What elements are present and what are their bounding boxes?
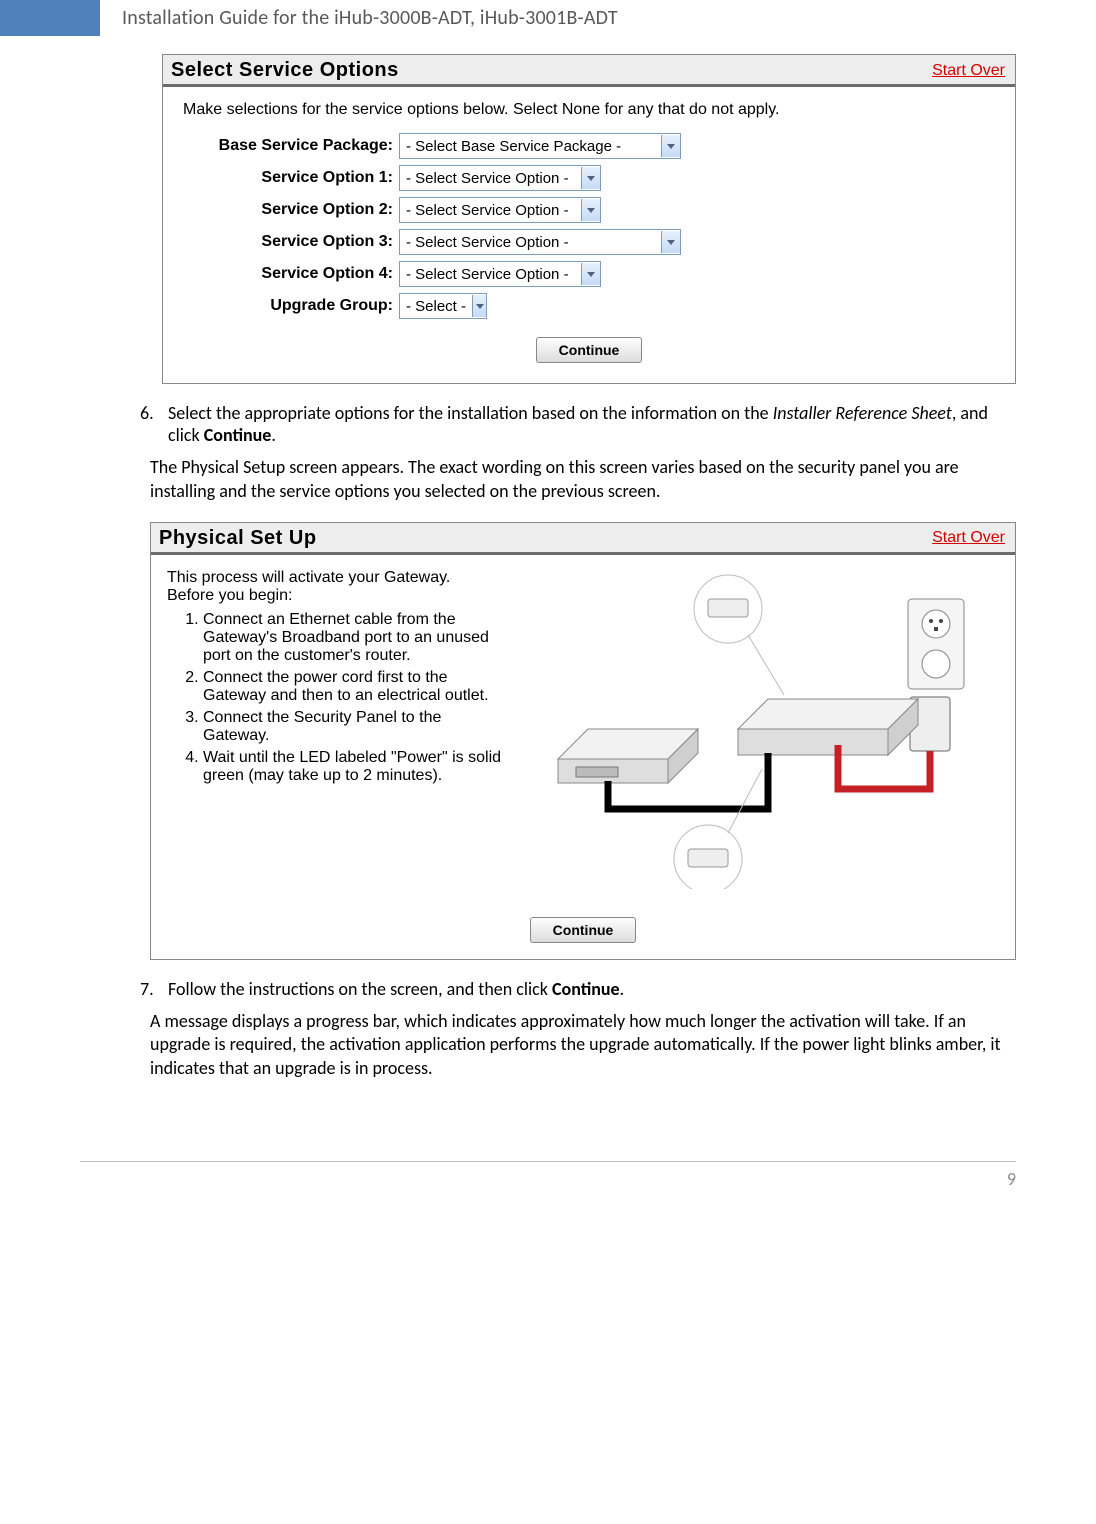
list-item: Connect an Ethernet cable from the Gatew… (203, 611, 507, 665)
panel-intro-line-1: This process will activate your Gateway. (167, 569, 507, 587)
step-7: 7. Follow the instructions on the screen… (140, 978, 1016, 1000)
panel-header: Select Service Options Start Over (163, 55, 1015, 87)
select-service-options-panel: Select Service Options Start Over Make s… (162, 54, 1016, 384)
text: . (620, 978, 625, 1000)
step-number: 6. (140, 402, 168, 446)
service-option-2-select[interactable]: - Select Service Option - (399, 197, 601, 223)
physical-setup-panel: Physical Set Up Start Over This process … (150, 522, 1016, 960)
service-option-1-select[interactable]: - Select Service Option - (399, 165, 601, 191)
select-value: - Select Service Option - (400, 202, 581, 219)
gateway-diagram (517, 569, 999, 889)
list-item: Connect the power cord first to the Gate… (203, 669, 507, 705)
step-body: Follow the instructions on the screen, a… (168, 978, 1016, 1000)
page-footer: 9 (80, 1161, 1016, 1220)
chevron-down-icon[interactable] (472, 295, 486, 317)
select-value: - Select Base Service Package - (400, 138, 661, 155)
chevron-down-icon[interactable] (581, 199, 600, 221)
continue-button[interactable]: Continue (536, 337, 643, 363)
list-item: Wait until the LED labeled "Power" is so… (203, 749, 507, 785)
panel-title: Physical Set Up (159, 527, 317, 550)
chevron-down-icon[interactable] (661, 135, 680, 157)
step-number: 7. (140, 978, 168, 1000)
select-value: - Select Service Option - (400, 234, 661, 251)
select-value: - Select Service Option - (400, 266, 581, 283)
chevron-down-icon[interactable] (661, 231, 680, 253)
list-item: Connect the Security Panel to the Gatewa… (203, 709, 507, 745)
page-number: 9 (1007, 1168, 1016, 1190)
service-option-3-select[interactable]: - Select Service Option - (399, 229, 681, 255)
gateway-diagram-svg (517, 569, 999, 889)
step-6-follow-text: The Physical Setup screen appears. The e… (150, 456, 1016, 504)
select-value: - Select - (400, 298, 472, 315)
panel-intro-line-2: Before you begin: (167, 587, 507, 605)
document-title: Installation Guide for the iHub-3000B-AD… (122, 6, 618, 30)
continue-word: Continue (552, 978, 620, 1000)
service-option-2-label: Service Option 2: (183, 201, 399, 219)
header-accent-block (0, 0, 100, 36)
setup-steps-list: Connect an Ethernet cable from the Gatew… (203, 611, 507, 785)
select-value: - Select Service Option - (400, 170, 581, 187)
start-over-link[interactable]: Start Over (932, 529, 1005, 547)
continue-word: Continue (204, 424, 272, 446)
upgrade-group-label: Upgrade Group: (183, 297, 399, 315)
step-body: Select the appropriate options for the i… (168, 402, 1016, 446)
text: Follow the instructions on the screen, a… (168, 978, 552, 1000)
chevron-down-icon[interactable] (581, 263, 600, 285)
service-option-3-label: Service Option 3: (183, 233, 399, 251)
base-service-select[interactable]: - Select Base Service Package - (399, 133, 681, 159)
panel-intro: Make selections for the service options … (183, 101, 995, 119)
page-header: Installation Guide for the iHub-3000B-AD… (0, 0, 1096, 36)
start-over-link[interactable]: Start Over (932, 62, 1005, 80)
continue-button[interactable]: Continue (530, 917, 637, 943)
panel-title: Select Service Options (171, 59, 399, 82)
reference-sheet-name: Installer Reference Sheet (773, 402, 952, 424)
service-option-4-select[interactable]: - Select Service Option - (399, 261, 601, 287)
step-6: 6. Select the appropriate options for th… (140, 402, 1016, 446)
text: . (271, 424, 276, 446)
text: Select the appropriate options for the i… (168, 402, 773, 424)
panel-header: Physical Set Up Start Over (151, 523, 1015, 555)
service-option-4-label: Service Option 4: (183, 265, 399, 283)
upgrade-group-select[interactable]: - Select - (399, 293, 487, 319)
base-service-label: Base Service Package: (183, 137, 399, 155)
service-option-1-label: Service Option 1: (183, 169, 399, 187)
step-7-follow-text: A message displays a progress bar, which… (150, 1010, 1016, 1081)
chevron-down-icon[interactable] (581, 167, 600, 189)
